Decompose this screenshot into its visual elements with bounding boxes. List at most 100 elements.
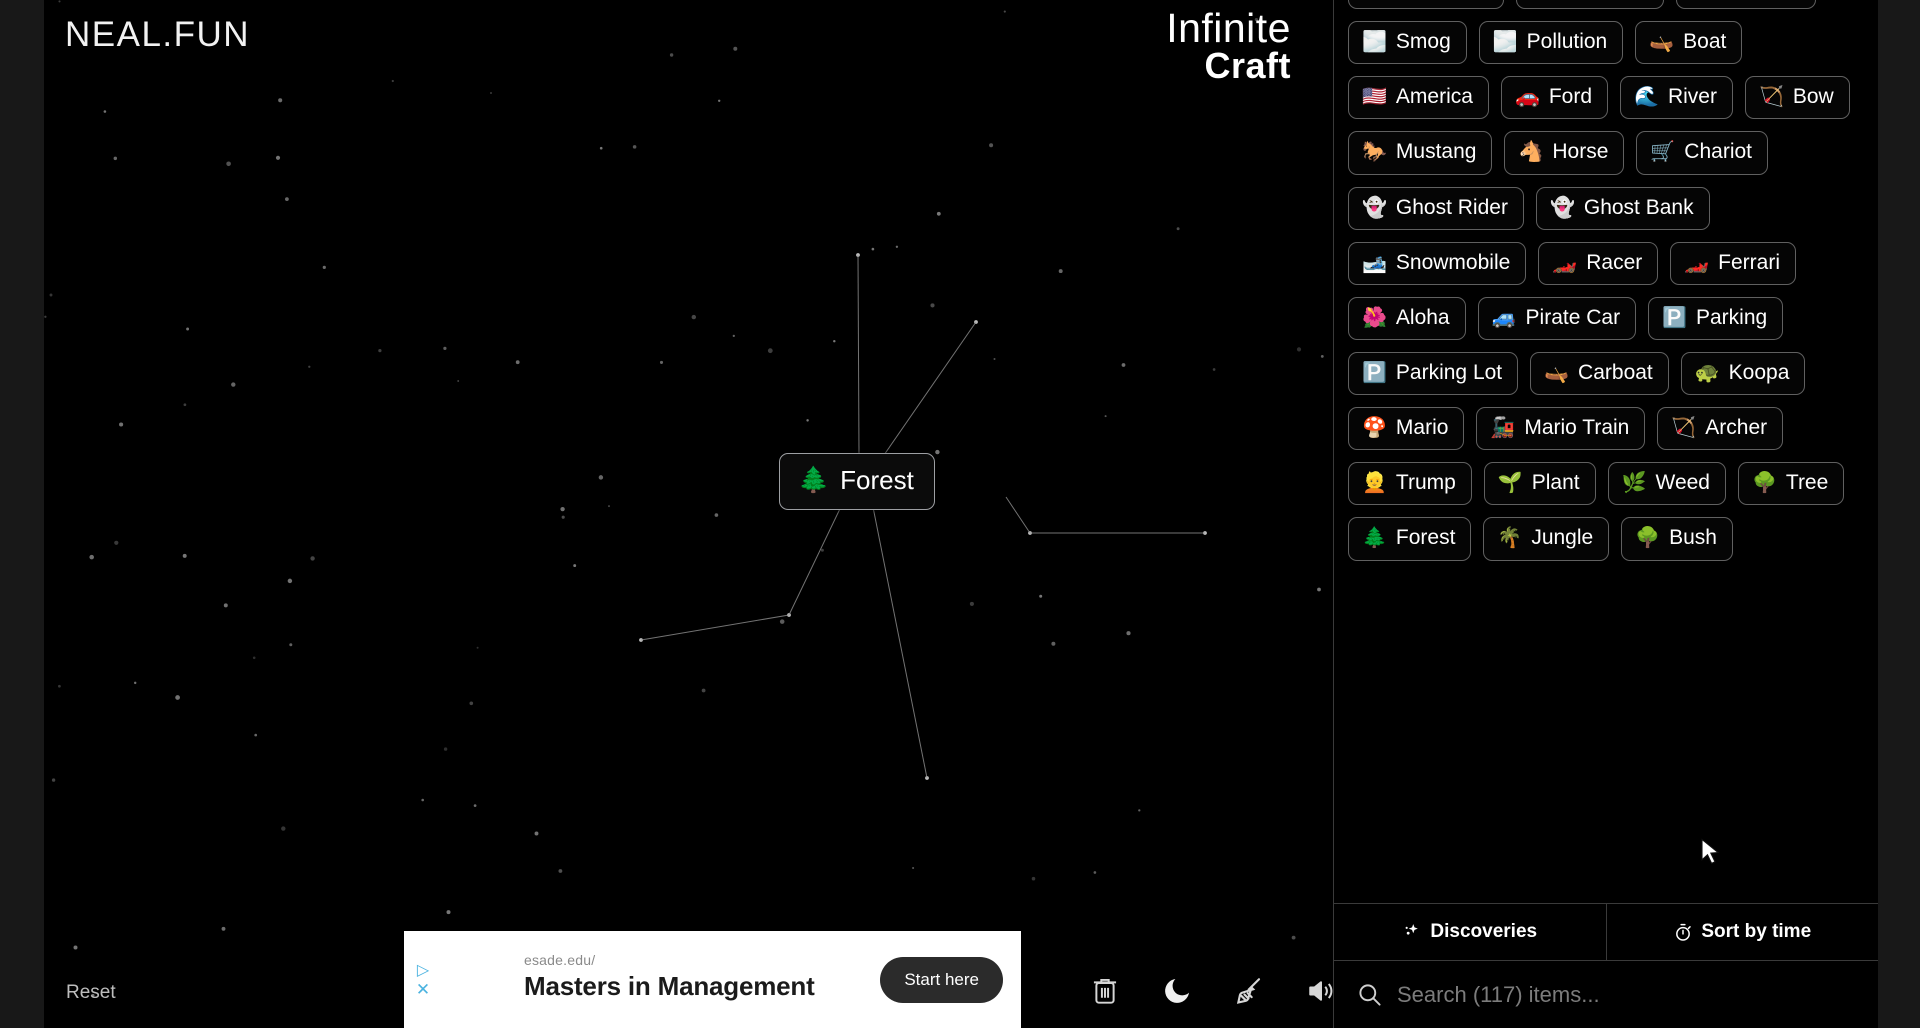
sidebar-item[interactable]: 🌫️ Pollution [1478, 21, 1624, 65]
sidebar-item[interactable]: 🅿️ Parking Lot [1348, 351, 1519, 396]
sidebar-item[interactable]: 🌲 Forest [1348, 517, 1472, 561]
item-label: Bush [1669, 526, 1717, 550]
item-emoji-icon: 🎿 [1362, 251, 1387, 274]
search-bar[interactable] [1334, 960, 1878, 1028]
tab-discoveries-label: Discoveries [1430, 921, 1538, 942]
sidebar-item[interactable]: 🚂 Mario Train [1476, 407, 1646, 451]
ad-cta-button[interactable]: Start here [880, 957, 1003, 1003]
search-icon [1359, 984, 1381, 1006]
sidebar-item[interactable]: 🌺 Aloha [1348, 296, 1466, 340]
item-emoji-icon: 🌴 [1497, 527, 1523, 550]
adchoices-icon[interactable]: ▷ [412, 961, 434, 980]
sidebar-item[interactable]: 🍄 Mario [1348, 407, 1465, 451]
reset-button[interactable]: Reset [66, 982, 116, 1004]
sidebar-item[interactable]: 🚘Chauffeur [1348, 0, 1504, 10]
close-icon[interactable]: ✕ [412, 980, 434, 999]
infinite-craft-app: NEAL.FUN Infinite Craft 🌲 Forest Reset ▷… [0, 0, 1920, 1028]
sidebar-item[interactable]: 🌳 Bush [1621, 517, 1733, 561]
item-emoji-icon: 🚂 [1490, 417, 1516, 440]
sidebar-item[interactable]: 🏹 Bow [1744, 76, 1850, 120]
search-input[interactable] [1397, 981, 1856, 1008]
item-label: America [1395, 85, 1473, 109]
canvas-node-forest[interactable]: 🌲 Forest [779, 453, 935, 510]
tab-sort-by-time[interactable]: Sort by time [1605, 904, 1878, 960]
item-label: Jungle [1531, 526, 1594, 550]
broom-icon[interactable] [1228, 970, 1270, 1012]
node-link-lines [640, 254, 1205, 779]
crafting-canvas[interactable]: NEAL.FUN Infinite Craft 🌲 Forest Reset ▷… [44, 0, 1333, 1028]
sidebar-item[interactable]: 💨Exhaust [1675, 0, 1816, 10]
sidebar-item[interactable]: 🌊 River [1620, 76, 1733, 120]
item-emoji-icon: 🌳 [1751, 472, 1777, 495]
ad-banner[interactable]: ▷ ✕ esade.edu/ Masters in Management Sta… [404, 931, 1021, 1028]
moon-icon[interactable] [1156, 970, 1198, 1012]
sidebar-item[interactable]: 🐴 Horse [1504, 131, 1625, 175]
sidebar-item[interactable]: 🚗 Ford [1500, 76, 1609, 120]
item-label: Aloha [1395, 305, 1450, 329]
sidebar-item[interactable]: 👱 Trump [1348, 462, 1472, 506]
sidebar-item[interactable]: 🌫️ Smog [1348, 21, 1467, 65]
item-emoji-icon: 👱 [1362, 472, 1387, 495]
sidebar-item[interactable]: 🎿 Snowmobile [1348, 241, 1527, 285]
item-label: Racer [1586, 250, 1643, 274]
speaker-icon[interactable] [1300, 970, 1333, 1012]
sidebar-item[interactable]: 🏹 Archer [1657, 407, 1784, 451]
item-label: Trump [1395, 471, 1456, 495]
infinite-craft-title: Infinite Craft [1166, 5, 1291, 83]
item-emoji-icon: 🐎 [1362, 141, 1387, 164]
sidebar-item[interactable]: 🚗Gold Car [1515, 0, 1664, 10]
sidebar-item[interactable]: 👻 Ghost Rider [1348, 186, 1524, 230]
item-label: Weed [1655, 471, 1710, 495]
sidebar-item[interactable]: 🇺🇸 America [1348, 76, 1489, 120]
item-emoji-icon: 🌊 [1634, 86, 1659, 109]
sidebar-item[interactable]: 🌳 Tree [1737, 462, 1845, 506]
item-label: Ghost Bank [1583, 195, 1694, 219]
sidebar-item[interactable]: 🌿 Weed [1607, 462, 1726, 506]
item-emoji-icon: 🌫️ [1362, 31, 1387, 54]
neal-fun-logo[interactable]: NEAL.FUN [65, 15, 250, 55]
sidebar-item[interactable]: 🛶 Carboat [1530, 351, 1669, 396]
item-label: Bow [1792, 85, 1834, 109]
item-emoji-icon: 🛒 [1650, 141, 1676, 164]
trash-icon[interactable] [1084, 970, 1126, 1012]
item-emoji-icon: 👻 [1549, 196, 1575, 219]
tree-icon: 🌲 [798, 466, 830, 494]
sidebar-item[interactable]: 🚙 Pirate Car [1477, 296, 1637, 340]
item-label: Horse [1552, 140, 1609, 164]
item-label: Tree [1785, 471, 1829, 495]
item-label: Plant [1531, 471, 1580, 495]
sparkles-icon [1405, 924, 1419, 935]
sidebar-item[interactable]: 🛒 Chariot [1636, 131, 1768, 175]
item-emoji-icon: 🏹 [1758, 86, 1784, 109]
item-label: Mario Train [1524, 416, 1630, 440]
ad-headline: Masters in Management [524, 971, 815, 1001]
sidebar-item[interactable]: 🅿️ Parking [1648, 296, 1784, 340]
ad-copy: esade.edu/ Masters in Management [524, 952, 815, 1002]
sidebar-item[interactable]: 🌴 Jungle [1483, 517, 1610, 561]
item-emoji-icon: 🅿️ [1662, 306, 1687, 329]
item-label: Forest [1395, 526, 1456, 550]
item-emoji-icon: 🛶 [1649, 31, 1675, 54]
tab-discoveries[interactable]: Discoveries [1334, 904, 1606, 960]
sidebar-item[interactable]: 🐢 Koopa [1680, 351, 1806, 396]
ad-controls: ▷ ✕ [412, 961, 434, 999]
item-label: Archer [1705, 416, 1768, 440]
item-emoji-icon: 🍄 [1362, 417, 1387, 440]
sidebar-item[interactable]: 🐎 Mustang [1348, 131, 1493, 175]
sidebar-item[interactable]: 🏎️ Ferrari [1670, 241, 1796, 285]
items-sidebar: 🚘Chauffeur 🚗Gold Car 💨Exhaust 🌫️ Smog 🌫️ Pollu… [1333, 0, 1878, 1028]
items-list[interactable]: 🚘Chauffeur 🚗Gold Car 💨Exhaust 🌫️ Smog 🌫️ Pollu… [1334, 0, 1878, 903]
sidebar-item[interactable]: 🌱 Plant [1483, 462, 1596, 506]
item-label: Pirate Car [1525, 305, 1621, 329]
item-emoji-icon: 🚗 [1514, 86, 1540, 109]
item-label: Smog [1395, 30, 1451, 54]
item-emoji-icon: 🌱 [1497, 472, 1523, 495]
sidebar-item[interactable]: 👻 Ghost Bank [1535, 186, 1710, 230]
sidebar-item[interactable]: 🏎️ Racer [1538, 241, 1659, 285]
item-label: Ferrari [1718, 250, 1780, 274]
title-line-1: Infinite [1166, 5, 1291, 51]
canvas-toolbar [1084, 970, 1333, 1012]
item-emoji-icon: 🏹 [1671, 417, 1697, 440]
item-emoji-icon: 🐢 [1694, 362, 1720, 385]
sidebar-item[interactable]: 🛶 Boat [1635, 21, 1743, 65]
